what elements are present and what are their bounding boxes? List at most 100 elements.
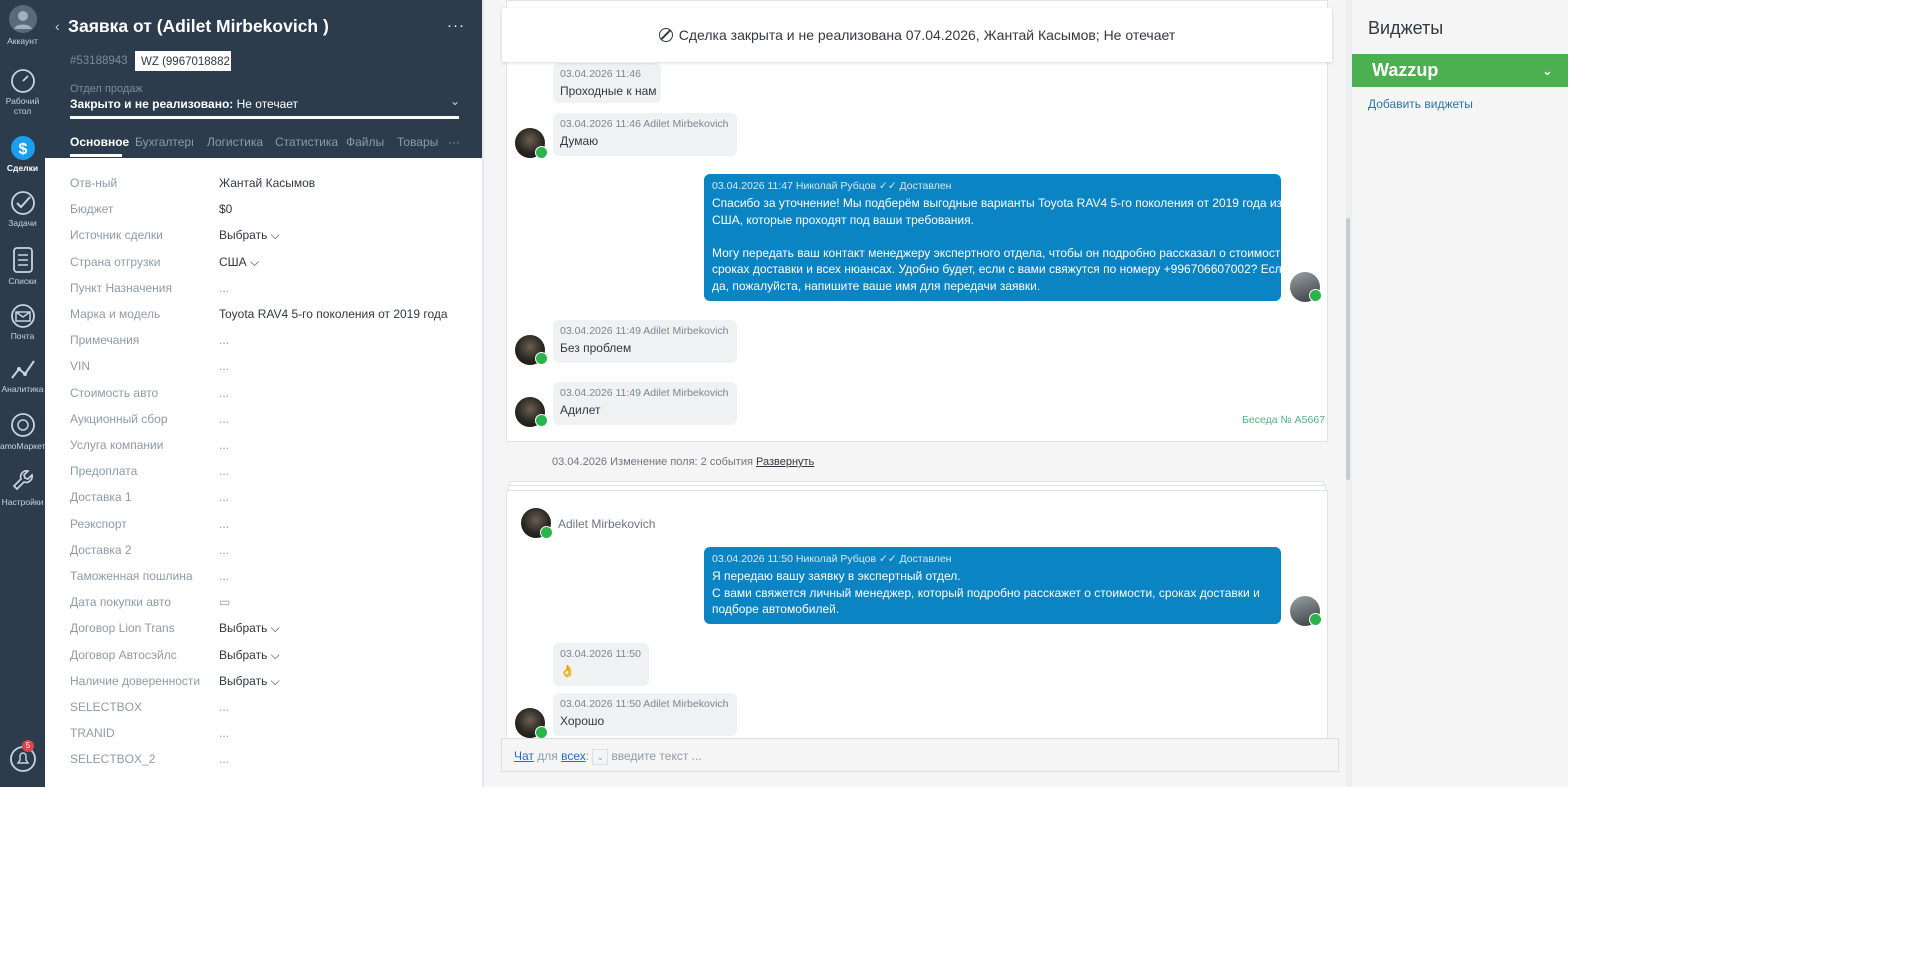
message-bubble-outgoing[interactable]: 03.04.2026 11:50 Николай Рубцов ✓✓ Доста… [704,547,1281,624]
lead-field-row[interactable]: Источник сделки Выбрать ⌵ [70,228,470,248]
lead-field-row[interactable]: Аукционный сбор... [70,412,470,432]
lead-field-label: Реэкспорт [70,516,127,531]
lead-field-row[interactable]: Пункт Назначения... [70,281,470,301]
lead-field-label: Бюджет [70,202,114,217]
lead-field-value[interactable]: Выбрать ⌵ [219,674,280,689]
status-select[interactable]: Закрыто и не реализовано: Не отечает [70,97,298,111]
message-bubble[interactable]: 03.04.2026 11:50 👌 [553,643,649,686]
lead-field-label: VIN [70,359,91,374]
lead-field-value[interactable]: $0 [219,202,232,216]
nav-item-market[interactable]: amoМаркет [0,411,45,451]
lead-field-row[interactable]: Наличие доверенности Выбрать ⌵ [70,674,470,694]
lead-field-row[interactable]: VIN... [70,359,470,379]
lead-field-value[interactable]: ... [219,386,229,400]
nav-item-analytics[interactable]: Аналитика [0,356,45,394]
lead-field-row[interactable]: Стоимость авто... [70,386,470,406]
lead-field-row[interactable]: SELECTBOX_2... [70,752,470,772]
lead-field-row[interactable]: TRANID... [70,726,470,746]
message-bubble[interactable]: 03.04.2026 11:46 Adilet Mirbekovich Дума… [553,113,737,156]
message-bubble[interactable]: 03.04.2026 11:49 Adilet Mirbekovich Адил… [553,382,737,425]
conversation-contact-name: Adilet Mirbekovich [558,517,656,531]
tab-logistics[interactable]: Логистика [207,135,263,149]
message-bubble[interactable]: 03.04.2026 11:50 Adilet Mirbekovich Хоро… [553,693,737,736]
lead-field-value[interactable]: ... [219,438,229,452]
lead-field-value[interactable]: ... [219,569,229,583]
status-progress-bar [70,116,459,119]
lead-field-row[interactable]: Договор Автосэйлс Выбрать ⌵ [70,648,470,668]
back-arrow-icon[interactable]: ‹ [55,18,60,34]
message-text: Спасибо за уточнение! Мы подберём выгодн… [712,196,1291,293]
message-text: Я передаю вашу заявку в экспертный отдел… [712,569,1260,616]
lead-field-row[interactable]: Примечания... [70,333,470,353]
tab-files[interactable]: Файлы [346,135,384,149]
lead-field-value[interactable]: ▭ [219,595,230,609]
nav-item-lists[interactable]: Списки [0,246,45,286]
lead-field-value[interactable]: Выбрать ⌵ [219,228,280,243]
lead-field-row[interactable]: SELECTBOX... [70,700,470,720]
more-menu-icon[interactable]: ··· [447,17,465,34]
recipient-link[interactable]: всех [561,749,586,763]
message-meta: 03.04.2026 11:50 Николай Рубцов ✓✓ Доста… [712,553,952,565]
lead-field-value[interactable]: ... [219,517,229,531]
lead-field-value[interactable]: ... [219,543,229,557]
lead-field-row[interactable]: Доставка 2... [70,543,470,563]
chat-scrollbar-thumb[interactable] [1346,218,1350,480]
tab-more[interactable]: ··· [448,135,460,149]
lead-field-value[interactable]: ... [219,752,229,766]
lead-field-value[interactable]: ... [219,700,229,714]
lead-field-row[interactable]: Доставка 1... [70,490,470,510]
lead-field-value[interactable]: ... [219,333,229,347]
lead-field-row[interactable]: Страна отгрузки США ⌵ [70,255,470,275]
message-bubble[interactable]: 03.04.2026 11:49 Adilet Mirbekovich Без … [553,320,737,363]
lead-field-row[interactable]: Реэкспорт... [70,517,470,537]
nav-item-account[interactable]: Аккаунт [0,4,45,46]
lead-title[interactable]: Заявка от (Adilet Mirbekovich ) [68,16,329,37]
analytics-icon [10,360,35,379]
lists-icon [12,247,33,273]
lead-field-row[interactable]: Бюджет $0 [70,202,470,222]
message-bubble[interactable]: 03.04.2026 11:46 Проходные к нам [553,63,661,103]
message-bubble-outgoing[interactable]: 03.04.2026 11:47 Николай Рубцов ✓✓ Доста… [704,174,1291,301]
lead-field-value[interactable]: ... [219,726,229,740]
conversation-number[interactable]: Беседа № A5667 [1242,414,1325,426]
add-widgets-link[interactable]: Добавить виджеты [1368,97,1473,111]
nav-item-dashboard[interactable]: Рабочий стол [0,68,45,116]
tab-accounting[interactable]: Бухгалтерия [135,135,193,149]
chat-type-link[interactable]: Чат [514,749,534,763]
tab-main[interactable]: Основное [70,135,129,149]
chevron-down-icon[interactable]: ⌄ [450,94,460,108]
lead-field-value[interactable]: Toyota RAV4 5-го поколения от 2019 года [219,307,448,321]
nav-item-tasks[interactable]: Задачи [0,190,45,228]
tab-statistics[interactable]: Статистика [275,135,338,149]
lead-tag[interactable]: WZ (99670188820 [135,51,231,71]
nav-item-mail[interactable]: Почта [0,303,45,341]
lead-field-value[interactable]: Выбрать ⌵ [219,648,280,663]
lead-field-value[interactable]: ... [219,412,229,426]
lead-field-value[interactable]: Выбрать ⌵ [219,621,280,636]
expand-link[interactable]: Развернуть [756,456,814,468]
chevron-down-icon[interactable]: ⌄ [592,749,608,765]
tab-products[interactable]: Товары [397,135,438,149]
lead-field-value[interactable]: США ⌵ [219,255,259,270]
lead-field-value[interactable]: ... [219,359,229,373]
lead-field-value[interactable]: ... [219,464,229,478]
lead-id: #53188943 [70,55,128,67]
lead-field-row[interactable]: Отв-ный Жантай Касымов [70,176,470,196]
wazzup-widget[interactable]: Wazzup ⌄ [1352,54,1568,87]
message-composer[interactable]: Чат для всех: ⌄ введите текст ... [501,738,1339,772]
lead-field-row[interactable]: Таможенная пошлина... [70,569,470,589]
lead-field-row[interactable]: Услуга компании... [70,438,470,458]
lead-field-row[interactable]: Договор Lion Trans Выбрать ⌵ [70,621,470,641]
lead-field-row[interactable]: Предоплата... [70,464,470,484]
lead-field-row[interactable]: Дата покупки авто ▭ [70,595,470,615]
app-window: Аккаунт Рабочий стол $ Сделки Задачи Спи… [0,0,1568,787]
lead-field-row[interactable]: Марка и модель Toyota RAV4 5-го поколения… [70,307,470,327]
chevron-down-icon[interactable]: ⌄ [1542,54,1553,87]
nav-item-deals[interactable]: $ Сделки [0,133,45,173]
lead-field-value[interactable]: ... [219,490,229,504]
lead-field-value[interactable]: ... [219,281,229,295]
lead-field-label: Договор Автосэйлс [70,647,177,662]
lead-field-label: Договор Lion Trans [70,621,175,636]
lead-field-value[interactable]: Жантай Касымов [219,176,315,190]
nav-item-settings[interactable]: Настройки [0,467,45,507]
